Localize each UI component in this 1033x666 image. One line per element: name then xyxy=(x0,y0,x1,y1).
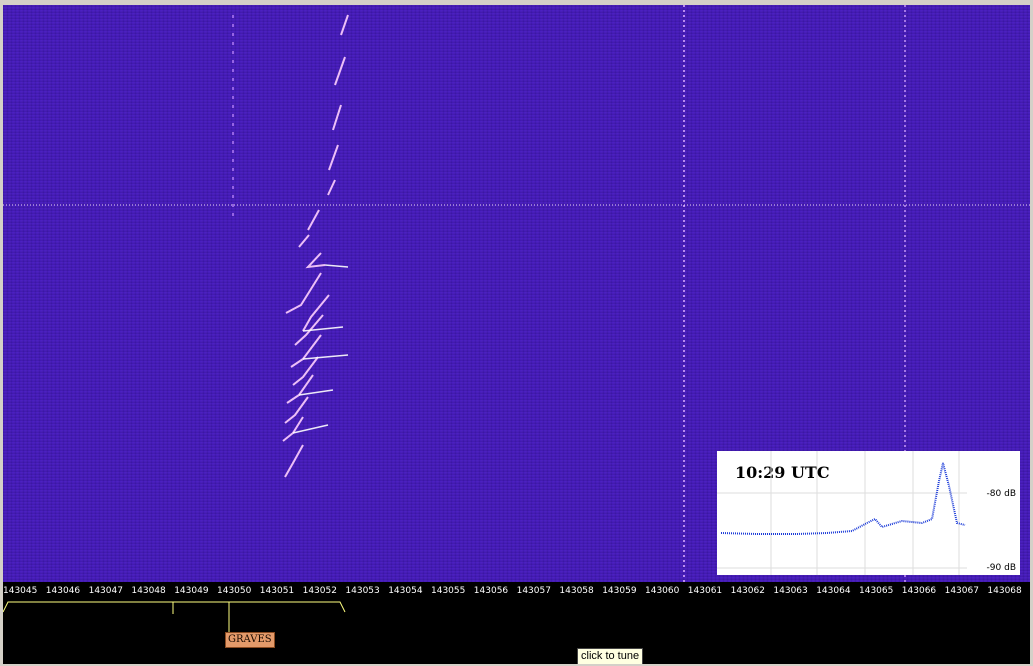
frequency-tick-label: 143065 xyxy=(859,586,894,596)
frequency-tick-label: 143053 xyxy=(345,586,380,596)
frequency-tick-label: 143057 xyxy=(516,586,551,596)
frequency-tick-label: 143052 xyxy=(302,586,337,596)
frequency-tick-label: 143059 xyxy=(602,586,637,596)
frequency-tick-label: 143054 xyxy=(388,586,423,596)
sdr-window: 10:29 UTC -80 dB -90 dB 143045 143046 1430… xyxy=(3,5,1030,664)
frequency-tick-label: 143066 xyxy=(901,586,937,596)
frequency-tick-label: 143061 xyxy=(687,586,723,596)
frequency-tick-label: 143063 xyxy=(773,586,808,596)
frequency-tick-label: 143049 xyxy=(174,586,209,596)
frequency-tick-label: 143058 xyxy=(559,586,594,596)
frequency-tick-label: 143060 xyxy=(645,586,680,596)
frequency-tick-label: 143055 xyxy=(431,586,466,596)
frequency-tick-label: 143062 xyxy=(730,586,765,596)
spectrum-trace xyxy=(720,462,966,535)
frequency-tick-label: 143047 xyxy=(88,586,123,596)
frequency-scale[interactable]: 143045 143046 143047 143048 143049 143050 1430… xyxy=(3,582,1030,600)
spectrum-graph xyxy=(717,451,967,575)
frequency-tick-label: 143045 xyxy=(3,586,38,596)
bandwidth-bracket xyxy=(3,601,346,632)
spectrum-panel: 10:29 UTC -80 dB -90 dB xyxy=(717,451,1020,575)
frequency-tick-label: 143048 xyxy=(131,586,166,596)
graves-marker[interactable]: GRAVES xyxy=(225,632,275,648)
waterfall-display[interactable]: 10:29 UTC -80 dB -90 dB xyxy=(3,5,1030,582)
frequency-tick-label: 143067 xyxy=(944,586,979,596)
frequency-tick-label: 143056 xyxy=(473,586,509,596)
tune-tooltip: click to tune xyxy=(577,648,644,664)
frequency-tick-label: 143068 xyxy=(987,586,1022,596)
frequency-tick-label: 143050 xyxy=(217,586,252,596)
frequency-tick-label: 143051 xyxy=(259,586,295,596)
marker-area xyxy=(3,600,1030,664)
frequency-tick-label: 143046 xyxy=(45,586,81,596)
frequency-tick-label: 143064 xyxy=(816,586,851,596)
